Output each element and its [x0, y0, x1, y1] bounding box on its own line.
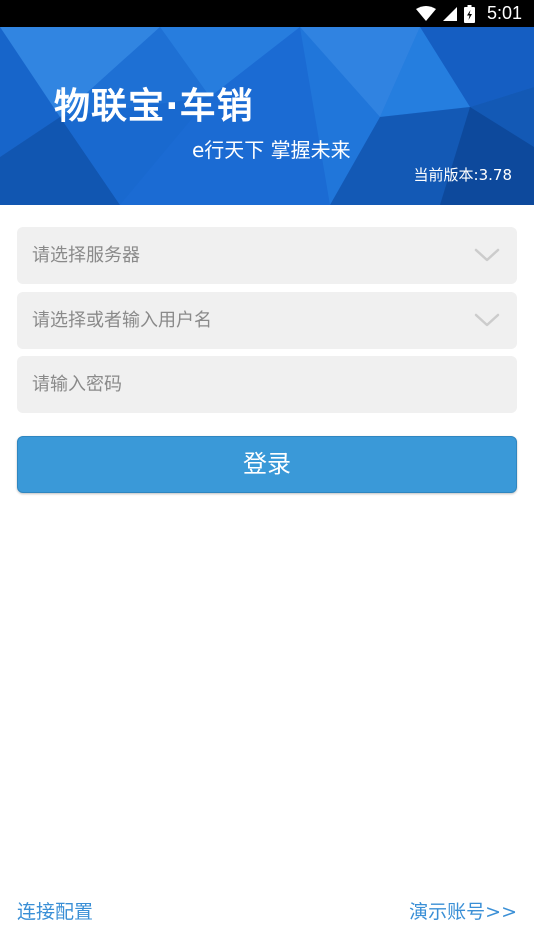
header-banner: 物联宝·车销 e行天下 掌握未来 当前版本:3.78	[0, 27, 534, 205]
password-input[interactable]	[17, 356, 517, 413]
server-select[interactable]: 请选择服务器	[17, 227, 517, 284]
login-button[interactable]: 登录	[17, 436, 517, 493]
version-label: 当前版本:3.78	[413, 166, 512, 184]
login-screen: 5:01 物联宝·车销 e行天下 掌握未来 当前版本:3.78 请选择服务器 请…	[0, 0, 534, 950]
wifi-icon	[415, 5, 436, 21]
server-select-placeholder: 请选择服务器	[32, 245, 140, 266]
demo-account-link[interactable]: 演示账号>>	[409, 897, 517, 924]
status-icons: 5:01	[415, 0, 522, 27]
chevron-down-icon[interactable]	[473, 309, 501, 331]
username-select[interactable]: 请选择或者输入用户名	[17, 292, 517, 349]
password-field-container	[17, 356, 517, 413]
cellular-signal-icon	[442, 6, 457, 21]
status-bar: 5:01	[0, 0, 534, 27]
app-title: 物联宝·车销	[54, 86, 254, 127]
battery-icon	[463, 4, 475, 23]
username-select-placeholder: 请选择或者输入用户名	[32, 310, 212, 331]
chevron-down-icon[interactable]	[473, 244, 501, 266]
connection-config-link[interactable]: 连接配置	[17, 897, 93, 924]
status-time: 5:01	[486, 3, 522, 23]
app-slogan: e行天下 掌握未来	[192, 138, 351, 162]
